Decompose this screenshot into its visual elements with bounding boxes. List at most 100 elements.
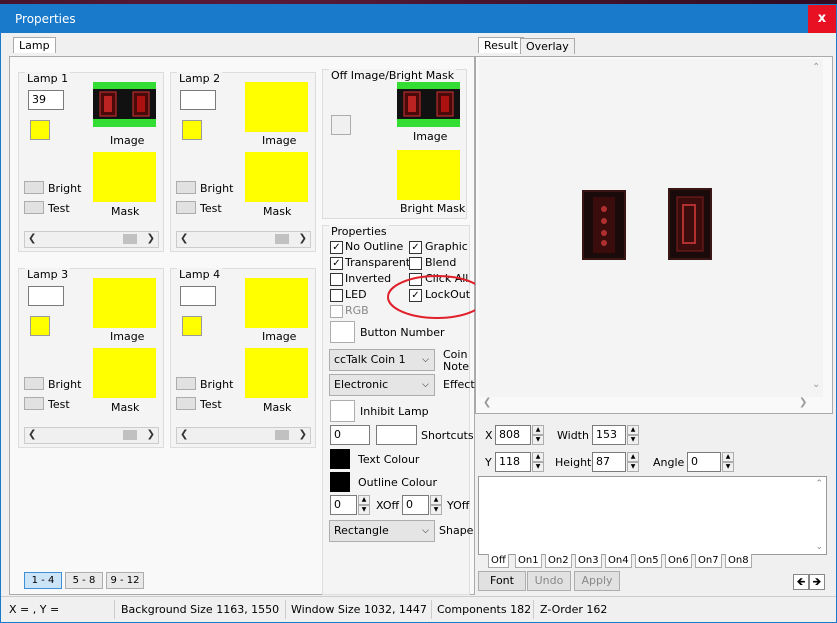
lamp-1-number-input[interactable]: 39 xyxy=(28,90,64,110)
scroll-right-icon[interactable]: ❯ xyxy=(299,232,307,246)
page-9-12-button[interactable]: 9 - 12 xyxy=(106,572,144,589)
shortcuts-input[interactable] xyxy=(376,425,417,445)
scroll-right-icon[interactable]: ❯ xyxy=(147,428,155,442)
off-image-colour-button[interactable] xyxy=(331,115,351,135)
state-tab-on8[interactable]: On8 xyxy=(725,554,752,568)
state-tab-on1[interactable]: On1 xyxy=(515,554,542,568)
outline-colour-swatch[interactable] xyxy=(330,472,350,492)
lamp-1-image[interactable] xyxy=(93,82,156,127)
spin-up-icon[interactable]: ▲ xyxy=(532,425,544,435)
lamp-3-test-button[interactable] xyxy=(24,397,44,410)
spin-up-icon[interactable]: ▲ xyxy=(358,495,370,505)
no-outline-checkbox[interactable]: ✓ xyxy=(330,241,343,254)
lamp-3-scrollbar[interactable]: ❮ ❯ xyxy=(24,427,159,444)
lamp-3-number-input[interactable] xyxy=(28,286,64,306)
lamp-1-test-button[interactable] xyxy=(24,201,44,214)
lamp-3-mask[interactable] xyxy=(93,348,156,398)
text-colour-swatch[interactable] xyxy=(330,449,350,469)
spin-down-icon[interactable]: ▼ xyxy=(532,435,544,445)
lamp-3-colour-swatch[interactable] xyxy=(30,316,50,336)
lamp-2-test-button[interactable] xyxy=(176,201,196,214)
scroll-right-icon[interactable]: ❯ xyxy=(147,232,155,246)
spin-down-icon[interactable]: ▼ xyxy=(532,462,544,472)
state-tab-on5[interactable]: On5 xyxy=(635,554,662,568)
scroll-up-icon[interactable]: ⌃ xyxy=(812,62,820,73)
width-input[interactable]: 153 xyxy=(592,425,626,445)
spin-down-icon[interactable]: ▼ xyxy=(358,505,370,515)
width-spinner[interactable]: ▲ ▼ xyxy=(627,425,639,445)
state-tab-on2[interactable]: On2 xyxy=(545,554,572,568)
arrow-left-icon[interactable]: 🡸 xyxy=(793,574,809,590)
effect-select[interactable]: Electronic ⌵ xyxy=(329,374,435,396)
button-number-box[interactable] xyxy=(330,321,355,343)
xoff-input[interactable]: 0 xyxy=(330,495,357,515)
yoff-input[interactable]: 0 xyxy=(402,495,429,515)
yoff-spinner[interactable]: ▲ ▼ xyxy=(430,495,442,515)
lamp-2-scrollbar[interactable]: ❮ ❯ xyxy=(176,231,311,248)
scroll-down-icon[interactable]: ⌄ xyxy=(812,379,820,390)
scroll-right-icon[interactable]: ❯ xyxy=(299,428,307,442)
lamp-2-number-input[interactable] xyxy=(180,90,216,110)
lamp-1-scrollbar[interactable]: ❮ ❯ xyxy=(24,231,159,248)
x-input[interactable]: 808 xyxy=(495,425,531,445)
shape-select[interactable]: Rectangle ⌵ xyxy=(329,520,435,542)
spin-up-icon[interactable]: ▲ xyxy=(627,452,639,462)
lamp-4-scrollbar[interactable]: ❮ ❯ xyxy=(176,427,311,444)
lamp-3-image[interactable] xyxy=(93,278,156,328)
scroll-left-icon[interactable]: ❮ xyxy=(483,397,491,408)
y-spinner[interactable]: ▲ ▼ xyxy=(532,452,544,472)
tab-result[interactable]: Result xyxy=(478,37,524,53)
tab-lamp[interactable]: Lamp xyxy=(13,37,56,53)
led-checkbox[interactable] xyxy=(330,289,343,302)
scroll-up-icon[interactable]: ⌃ xyxy=(815,479,823,489)
lamp-4-number-input[interactable] xyxy=(180,286,216,306)
lamp-1-mask[interactable] xyxy=(93,152,156,202)
lamp-2-mask[interactable] xyxy=(245,152,308,202)
text-editor[interactable]: ⌃ ⌄ xyxy=(478,476,827,555)
spin-down-icon[interactable]: ▼ xyxy=(430,505,442,515)
graphic-checkbox[interactable]: ✓ xyxy=(409,241,422,254)
off-image-bright-mask[interactable] xyxy=(397,150,460,200)
scroll-down-icon[interactable]: ⌄ xyxy=(815,542,823,552)
page-5-8-button[interactable]: 5 - 8 xyxy=(65,572,103,589)
spin-up-icon[interactable]: ▲ xyxy=(430,495,442,505)
lamp-4-bright-button[interactable] xyxy=(176,377,196,390)
close-button[interactable]: x xyxy=(808,5,836,33)
state-tab-off[interactable]: Off xyxy=(488,554,509,568)
scroll-thumb[interactable] xyxy=(123,234,137,244)
lamp-3-bright-button[interactable] xyxy=(24,377,44,390)
angle-input[interactable]: 0 xyxy=(687,452,721,472)
state-tab-on6[interactable]: On6 xyxy=(665,554,692,568)
spin-down-icon[interactable]: ▼ xyxy=(722,462,734,472)
tab-overlay[interactable]: Overlay xyxy=(520,38,575,54)
off-image-image[interactable] xyxy=(397,82,460,127)
xoff-spinner[interactable]: ▲ ▼ xyxy=(358,495,370,515)
scroll-left-icon[interactable]: ❮ xyxy=(28,428,36,442)
height-input[interactable]: 87 xyxy=(592,452,626,472)
scroll-left-icon[interactable]: ❮ xyxy=(28,232,36,246)
lamp-2-image[interactable] xyxy=(245,82,308,132)
scroll-thumb[interactable] xyxy=(123,430,137,440)
lamp-4-test-button[interactable] xyxy=(176,397,196,410)
state-tab-on7[interactable]: On7 xyxy=(695,554,722,568)
spin-up-icon[interactable]: ▲ xyxy=(722,452,734,462)
angle-spinner[interactable]: ▲ ▼ xyxy=(722,452,734,472)
scroll-thumb[interactable] xyxy=(275,430,289,440)
spin-down-icon[interactable]: ▼ xyxy=(627,462,639,472)
inverted-checkbox[interactable] xyxy=(330,273,343,286)
apply-button[interactable]: Apply xyxy=(574,571,620,591)
inhibit-lamp-box[interactable] xyxy=(330,400,355,422)
state-tab-on3[interactable]: On3 xyxy=(575,554,602,568)
scroll-left-icon[interactable]: ❮ xyxy=(180,428,188,442)
scroll-thumb[interactable] xyxy=(275,234,289,244)
lamp-1-bright-button[interactable] xyxy=(24,181,44,194)
page-1-4-button[interactable]: 1 - 4 xyxy=(24,572,62,589)
font-button[interactable]: Font xyxy=(478,571,526,591)
spin-up-icon[interactable]: ▲ xyxy=(532,452,544,462)
title-bar[interactable]: Properties x xyxy=(1,5,836,33)
lamp-4-image[interactable] xyxy=(245,278,308,328)
state-tab-on4[interactable]: On4 xyxy=(605,554,632,568)
height-spinner[interactable]: ▲ ▼ xyxy=(627,452,639,472)
coin-select[interactable]: ccTalk Coin 1 ⌵ xyxy=(329,349,435,371)
lamp-4-colour-swatch[interactable] xyxy=(182,316,202,336)
